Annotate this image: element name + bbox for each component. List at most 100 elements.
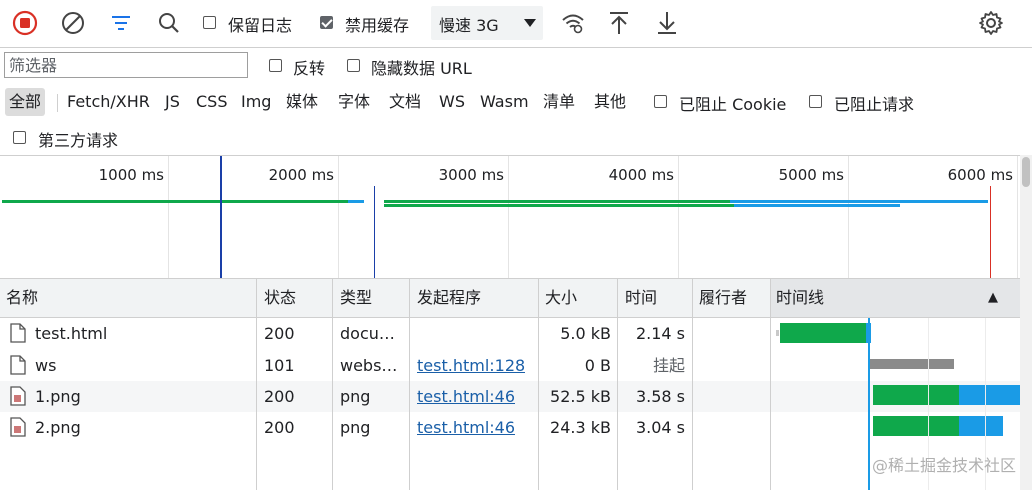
overview-bar-waiting xyxy=(2,200,348,203)
column-header-fulfilled-by[interactable]: 履行者 xyxy=(699,278,747,318)
column-header-initiator[interactable]: 发起程序 xyxy=(417,278,481,318)
column-divider[interactable] xyxy=(409,278,410,490)
timeline-waiting-bar xyxy=(873,385,959,405)
row-type: png xyxy=(340,418,371,437)
table-row[interactable]: test.html 200 docu… 5.0 kB 2.14 s xyxy=(0,318,1020,349)
throttling-select[interactable]: 慢速 3G xyxy=(431,6,543,40)
wifi-settings-icon[interactable] xyxy=(559,9,587,37)
column-divider[interactable] xyxy=(617,278,618,490)
filter-icon[interactable] xyxy=(107,9,135,37)
document-icon xyxy=(9,322,27,344)
table-row[interactable]: 1.png 200 png test.html:46 52.5 kB 3.58 … xyxy=(0,381,1020,412)
column-header-size[interactable]: 大小 xyxy=(545,278,577,318)
upload-icon[interactable] xyxy=(605,9,633,37)
type-filter-wasm[interactable]: Wasm xyxy=(480,88,529,116)
type-filter-manifest[interactable]: 清单 xyxy=(543,88,575,116)
image-file-icon xyxy=(9,385,27,407)
type-filter-fetch-xhr[interactable]: Fetch/XHR xyxy=(67,88,150,116)
row-size: 24.3 kB xyxy=(550,418,611,437)
third-party-label: 第三方请求 xyxy=(38,131,119,150)
timeline-waiting-bar xyxy=(873,416,959,436)
row-initiator-link[interactable]: test.html:46 xyxy=(417,412,515,443)
scrollbar-thumb[interactable] xyxy=(1022,157,1030,187)
type-filter-ws[interactable]: WS xyxy=(439,88,465,116)
column-header-timeline[interactable]: 时间线 xyxy=(776,278,824,318)
type-filter-img[interactable]: Img xyxy=(241,88,271,116)
tick-label: 1000 ms xyxy=(98,166,164,184)
sort-ascending-icon[interactable]: ▲ xyxy=(988,278,998,318)
gear-icon[interactable] xyxy=(977,9,1005,37)
row-status: 200 xyxy=(264,387,295,406)
table-row[interactable]: ws 101 webs… test.html:128 0 B 挂起 xyxy=(0,350,1020,381)
row-status: 200 xyxy=(264,324,295,343)
invert-checkbox[interactable] xyxy=(269,59,282,72)
column-divider[interactable] xyxy=(538,278,539,490)
disable-cache-label: 禁用缓存 xyxy=(345,16,410,35)
disable-cache-checkbox[interactable] xyxy=(320,16,333,29)
tick-label: 6000 ms xyxy=(947,166,1013,184)
timeline-download-bar xyxy=(959,385,1020,405)
blocked-requests-checkbox[interactable] xyxy=(809,95,822,108)
column-header-type[interactable]: 类型 xyxy=(340,278,372,318)
tick-label: 3000 ms xyxy=(438,166,504,184)
watermark: @稀土掘金技术社区 xyxy=(871,456,1016,475)
overview-bar-download xyxy=(734,204,900,207)
row-name: ws xyxy=(35,356,57,375)
table-row[interactable]: 2.png 200 png test.html:46 24.3 kB 3.04 … xyxy=(0,412,1020,443)
column-header-status[interactable]: 状态 xyxy=(264,278,296,318)
column-header-time[interactable]: 时间 xyxy=(625,278,657,318)
dom-content-loaded-line xyxy=(220,156,222,278)
type-filter-doc[interactable]: 文档 xyxy=(389,88,421,116)
column-divider[interactable] xyxy=(256,278,257,490)
third-party-checkbox[interactable] xyxy=(13,131,26,144)
blocked-cookies-label: 已阻止 Cookie xyxy=(679,95,787,114)
column-divider[interactable] xyxy=(692,278,693,490)
row-time: 3.04 s xyxy=(635,418,685,437)
type-filter-other[interactable]: 其他 xyxy=(594,88,626,116)
row-name: test.html xyxy=(35,324,108,343)
tick-label: 4000 ms xyxy=(608,166,674,184)
filter-input[interactable] xyxy=(4,52,248,78)
image-file-icon xyxy=(9,416,27,438)
overview-bar-waiting xyxy=(384,200,730,203)
overview-bar-waiting xyxy=(384,204,734,207)
download-icon[interactable] xyxy=(653,9,681,37)
hide-data-url-checkbox[interactable] xyxy=(347,59,360,72)
row-time: 3.58 s xyxy=(635,387,685,406)
column-divider[interactable] xyxy=(332,278,333,490)
type-filter-media[interactable]: 媒体 xyxy=(286,88,318,116)
row-status: 101 xyxy=(264,356,295,375)
record-stop-icon[interactable] xyxy=(11,9,39,37)
vertical-scrollbar[interactable] xyxy=(1020,155,1032,490)
clear-icon[interactable] xyxy=(59,9,87,37)
column-divider[interactable] xyxy=(770,278,771,490)
preserve-log-checkbox[interactable] xyxy=(203,16,216,29)
tick-label: 2000 ms xyxy=(268,166,334,184)
row-status: 200 xyxy=(264,418,295,437)
type-filter-font[interactable]: 字体 xyxy=(338,88,370,116)
row-name: 1.png xyxy=(35,387,81,406)
type-filter-css[interactable]: CSS xyxy=(196,88,227,116)
row-initiator-link[interactable]: test.html:46 xyxy=(417,381,515,412)
timeline-current-marker xyxy=(868,318,870,490)
type-separator xyxy=(57,94,58,112)
tick-label: 5000 ms xyxy=(778,166,844,184)
row-size: 0 B xyxy=(584,356,611,375)
dropdown-triangle-icon xyxy=(523,16,537,30)
throttling-value: 慢速 3G xyxy=(439,16,499,35)
row-size: 52.5 kB xyxy=(550,387,611,406)
row-type: png xyxy=(340,387,371,406)
blocked-cookies-checkbox[interactable] xyxy=(654,95,667,108)
document-icon xyxy=(9,354,27,376)
overview-timeline[interactable]: 1000 ms 2000 ms 3000 ms 4000 ms 5000 ms … xyxy=(0,155,1020,278)
timeline-download-bar xyxy=(959,416,1003,436)
row-time: 挂起 xyxy=(652,356,685,375)
type-filter-all[interactable]: 全部 xyxy=(5,88,46,116)
load-event-line xyxy=(990,186,991,278)
column-header-name[interactable]: 名称 xyxy=(6,278,38,318)
timeline-pending-bar xyxy=(870,359,954,369)
row-name: 2.png xyxy=(35,418,81,437)
row-initiator-link[interactable]: test.html:128 xyxy=(417,350,525,381)
search-icon[interactable] xyxy=(155,9,183,37)
type-filter-js[interactable]: JS xyxy=(165,88,180,116)
